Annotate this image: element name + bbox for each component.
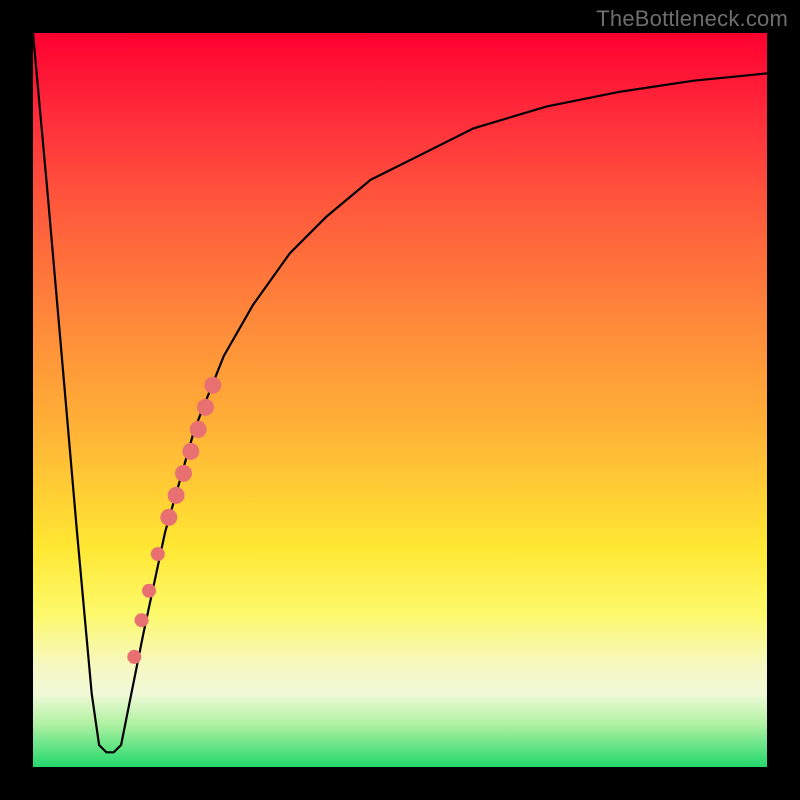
chart-frame: TheBottleneck.com [0, 0, 800, 800]
marker-dot [151, 547, 165, 561]
marker-dot [182, 443, 199, 460]
bottleneck-curve [33, 33, 767, 752]
marker-dot [190, 421, 207, 438]
curve-markers [127, 377, 221, 664]
marker-dot [175, 465, 192, 482]
marker-dot [160, 509, 177, 526]
marker-dot [168, 487, 185, 504]
marker-dot [204, 377, 221, 394]
chart-svg [33, 33, 767, 767]
plot-area [33, 33, 767, 767]
marker-dot [197, 399, 214, 416]
marker-dot [127, 650, 141, 664]
watermark-text: TheBottleneck.com [596, 6, 788, 32]
marker-dot [142, 584, 156, 598]
marker-dot [135, 613, 149, 627]
curve-path [33, 33, 767, 752]
